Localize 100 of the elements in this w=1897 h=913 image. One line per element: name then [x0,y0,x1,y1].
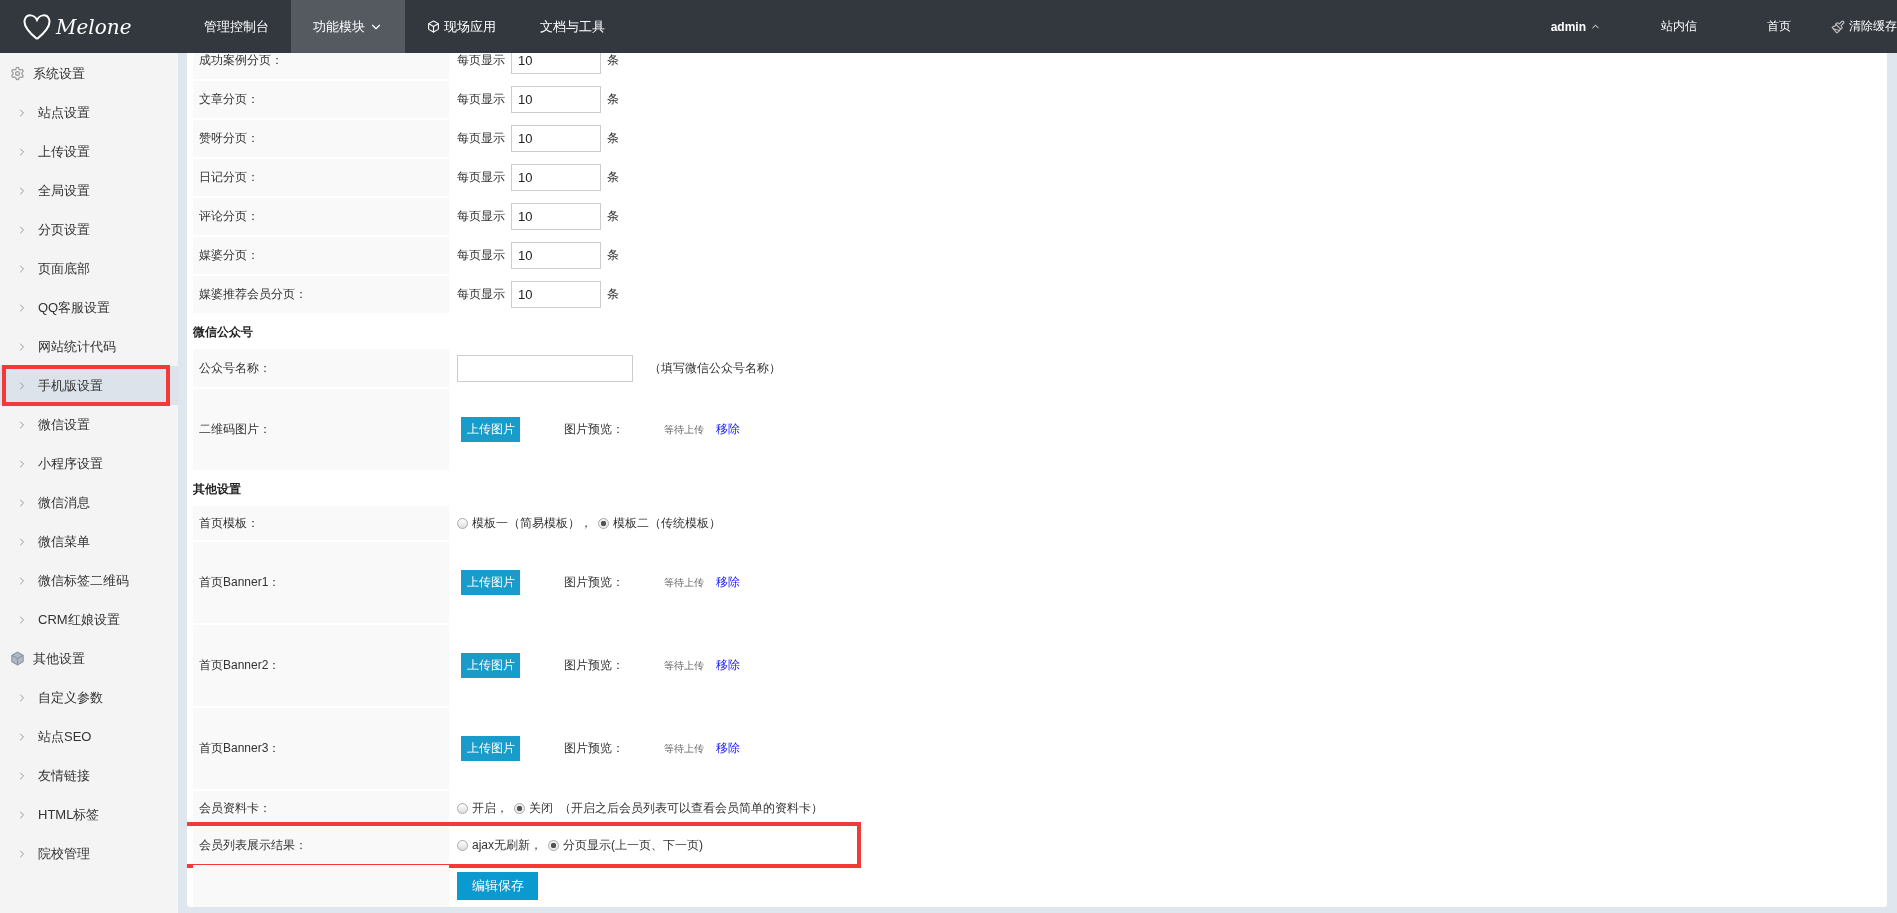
sidebar-item[interactable]: 小程序设置 [0,444,178,483]
radio-option[interactable]: 分页显示(上一页、下一页) [548,836,703,854]
radio-button[interactable] [457,839,468,851]
radio-button[interactable] [548,839,559,851]
page-size-input[interactable]: 10 [511,53,601,74]
prefix-text: 每页显示 [457,91,505,108]
sidebar-item[interactable]: 站点SEO [0,717,178,756]
sidebar-item[interactable]: 网站统计代码 [0,327,178,366]
section-heading: 其他设置 [193,480,242,498]
gear-icon [10,66,25,81]
page-size-input[interactable]: 10 [511,164,601,191]
field-label: 首页Banner2： [193,625,449,706]
section-heading: 微信公众号 [193,323,254,341]
nav-tab[interactable]: 现场应用 [405,0,518,53]
brush-icon [1831,19,1845,34]
page-size-input[interactable]: 10 [511,281,601,308]
page-size-input[interactable]: 10 [511,242,601,269]
status-text: 等待上传 [664,741,704,756]
prefix-text: 每页显示 [457,286,505,303]
sidebar-item[interactable]: 微信菜单 [0,522,178,561]
preview-label: 图片预览： [564,421,624,438]
group-heading[interactable]: 系统设置 [0,54,178,93]
sidebar-item[interactable]: 上传设置 [0,132,178,171]
radio-option[interactable]: 模板二（传统模板） [598,514,721,532]
radio-button[interactable] [514,802,525,814]
sidebar-item[interactable]: 手机版设置 [0,366,178,405]
radio-option[interactable]: 开启， [457,799,508,817]
preview-label: 图片预览： [564,657,624,674]
nav-link[interactable]: 首页 [1697,18,1791,35]
sidebar-item[interactable]: 页面底部 [0,249,178,288]
status-text: 等待上传 [664,658,704,673]
unit-text: 条 [607,53,619,69]
page-size-input[interactable]: 10 [511,203,601,230]
sidebar-item[interactable]: 自定义参数 [0,678,178,717]
hint-text: （填写微信公众号名称） [649,359,781,377]
page-size-input[interactable]: 10 [511,125,601,152]
field-label: 首页模板： [193,506,449,540]
unit-text: 条 [607,130,619,147]
nav-tab[interactable]: 管理控制台 [182,0,291,53]
field-label: 赞呀分页： [193,120,449,157]
name-input[interactable] [457,354,633,382]
sidebar-item[interactable]: 微信消息 [0,483,178,522]
sidebar-item[interactable]: 微信标签二维码 [0,561,178,600]
sidebar-item[interactable]: 站点设置 [0,93,178,132]
remove-link[interactable]: 移除 [716,657,740,674]
field-label: 首页Banner1： [193,542,449,623]
radio-option[interactable]: ajax无刷新， [457,836,542,854]
radio-button[interactable] [457,517,468,529]
heart-logo-icon [22,11,52,42]
preview-label: 图片预览： [564,740,624,757]
radio-option[interactable]: 模板一（简易模板）， [457,514,592,532]
field-label: 评论分页： [193,198,449,235]
sidebar-item[interactable]: HTML标签 [0,795,178,834]
unit-text: 条 [607,169,619,186]
field-label: 媒婆分页： [193,237,449,274]
nav-tab[interactable]: 文档与工具 [518,0,627,53]
radio-option[interactable]: 关闭 [514,799,553,817]
sidebar-item[interactable]: 友情链接 [0,756,178,795]
group-heading[interactable]: 其他设置 [0,639,178,678]
field-label: 媒婆推荐会员分页： [193,276,449,313]
status-text: 等待上传 [664,575,704,590]
field-label: 首页Banner3： [193,708,449,789]
prefix-text: 每页显示 [457,208,505,225]
prefix-text: 每页显示 [457,130,505,147]
cube-icon [10,651,25,666]
field-label: 成功案例分页： [193,53,449,79]
nav-link[interactable]: 站内信 [1601,18,1697,35]
sidebar-item[interactable]: 微信设置 [0,405,178,444]
cube-icon [427,20,440,33]
logo-text: Melone [56,14,132,39]
field-label: 公众号名称： [193,349,449,387]
radio-button[interactable] [457,802,468,814]
user-menu[interactable]: admin [1550,19,1601,34]
sidebar-item[interactable]: 全局设置 [0,171,178,210]
sidebar-item[interactable]: CRM红娘设置 [0,600,178,639]
prefix-text: 每页显示 [457,169,505,186]
sidebar-item[interactable]: QQ客服设置 [0,288,178,327]
unit-text: 条 [607,247,619,264]
radio-button[interactable] [598,517,609,529]
preview-label: 图片预览： [564,574,624,591]
note-text: （开启之后会员列表可以查看会员简单的资料卡） [559,799,823,817]
field-label: 日记分页： [193,159,449,196]
status-text: 等待上传 [664,422,704,437]
prefix-text: 每页显示 [457,53,505,69]
nav-tab[interactable]: 功能模块 [291,0,405,53]
field-label: 会员列表展示结果： [193,827,449,863]
sidebar-item[interactable]: 分页设置 [0,210,178,249]
clear-cache-button[interactable]: 清除缓存 [1791,18,1897,35]
unit-text: 条 [607,91,619,108]
field-label: 二维码图片： [193,389,449,470]
prefix-text: 每页显示 [457,247,505,264]
field-label: 文章分页： [193,81,449,118]
unit-text: 条 [607,286,619,303]
field-label: 会员资料卡： [193,791,449,825]
unit-text: 条 [607,208,619,225]
sidebar-item[interactable]: 院校管理 [0,834,178,873]
remove-link[interactable]: 移除 [716,421,740,438]
remove-link[interactable]: 移除 [716,574,740,591]
page-size-input[interactable]: 10 [511,86,601,113]
remove-link[interactable]: 移除 [716,740,740,757]
